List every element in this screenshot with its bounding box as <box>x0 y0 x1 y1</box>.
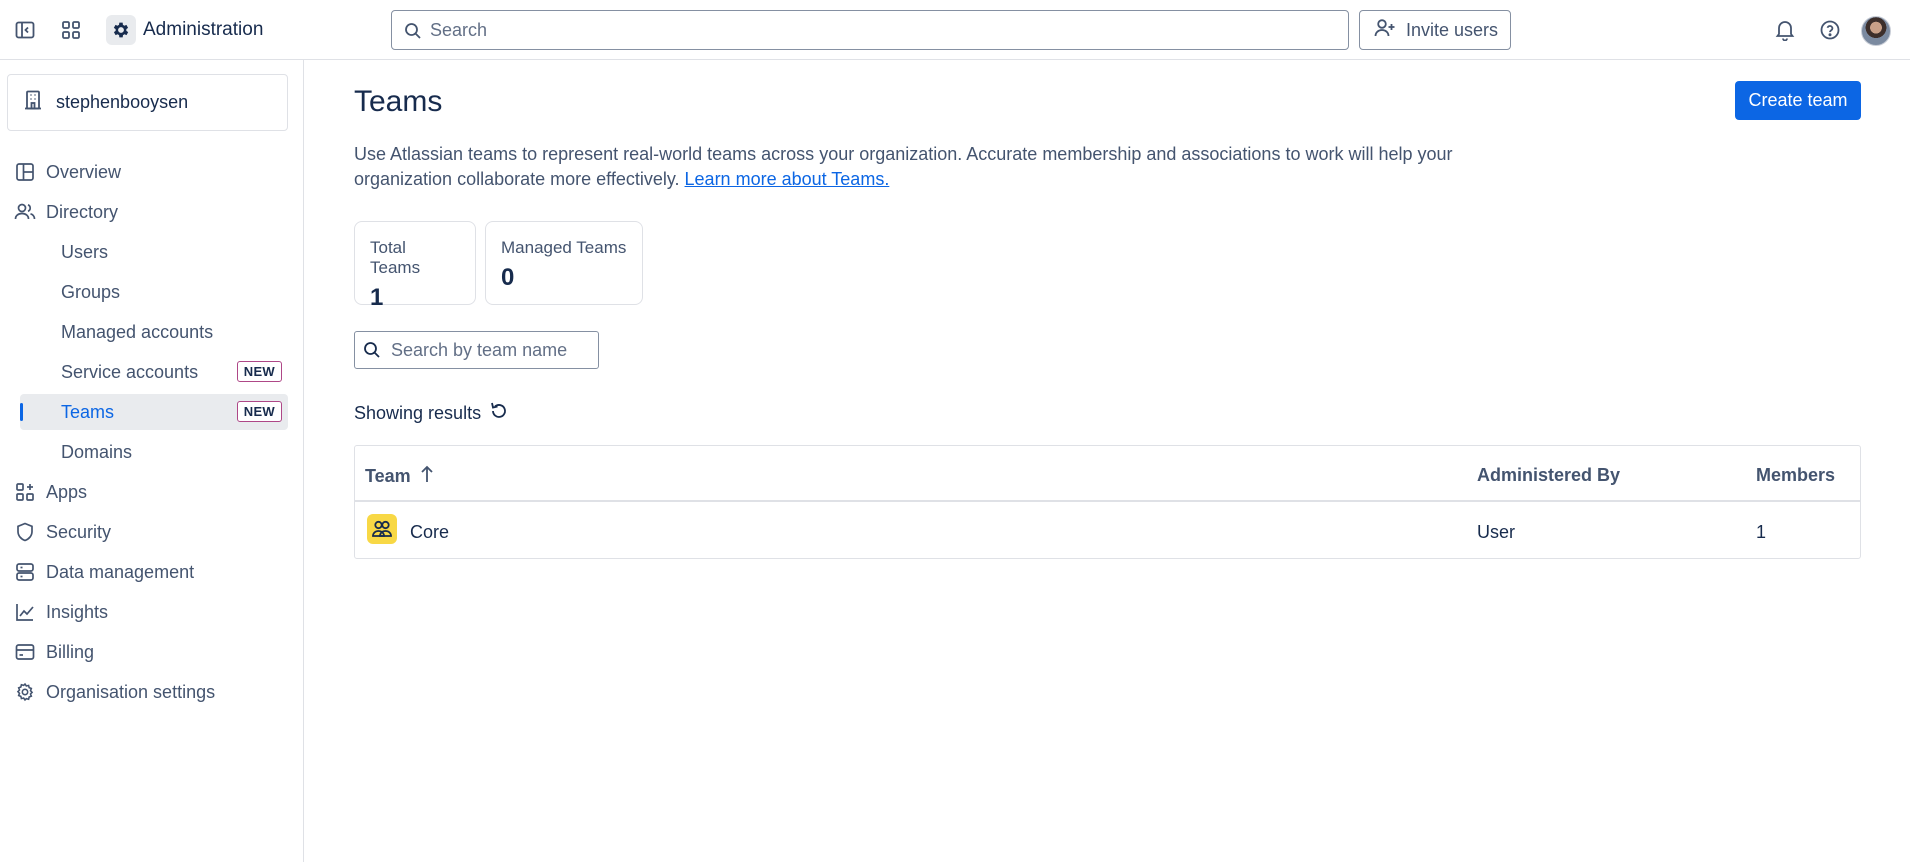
invite-users-label: Invite users <box>1406 19 1499 40</box>
learn-more-link[interactable]: Learn more about Teams. <box>685 169 890 189</box>
new-badge: NEW <box>236 361 282 382</box>
sidebar-item-label: Users <box>61 241 109 262</box>
sidebar-item-label: Teams <box>61 401 115 422</box>
team-avatar-icon <box>367 514 397 544</box>
sidebar-item-apps[interactable]: Apps <box>0 474 288 510</box>
administration-logo-icon[interactable] <box>106 15 136 45</box>
sidebar-item-organisation-settings[interactable]: Organisation settings <box>0 674 288 710</box>
stat-card-managed-teams: Managed Teams 0 <box>485 221 643 305</box>
create-team-button[interactable]: Create team <box>1735 81 1861 120</box>
organization-switcher[interactable]: stephenbooysen <box>7 74 288 131</box>
sort-ascending-icon <box>419 465 435 488</box>
sidebar-item-label: Managed accounts <box>61 321 214 342</box>
page-title: Teams <box>354 85 443 118</box>
sidebar-item-data-management[interactable]: Data management <box>0 554 288 590</box>
members-count-cell: 1 <box>1756 522 1767 542</box>
sidebar-item-insights[interactable]: Insights <box>0 594 288 630</box>
sidebar-item-billing[interactable]: Billing <box>0 634 288 670</box>
organization-name: stephenbooysen <box>56 92 189 112</box>
user-avatar[interactable] <box>1861 16 1891 46</box>
sidebar-item-directory[interactable]: Directory <box>0 194 288 230</box>
overview-icon <box>14 161 36 183</box>
sidebar-item-label: Insights <box>46 601 109 622</box>
sidebar-item-service-accounts[interactable]: Service accounts NEW <box>0 354 288 390</box>
chart-line-icon <box>14 601 36 623</box>
building-icon <box>24 90 42 115</box>
new-badge: NEW <box>236 401 282 422</box>
sidebar-item-domains[interactable]: Domains <box>0 434 288 470</box>
sidebar-item-teams[interactable]: Teams NEW <box>20 394 288 430</box>
stat-label: Managed Teams <box>501 238 627 257</box>
table-header: Team Administered By Members <box>355 446 1860 502</box>
page-description: Use Atlassian teams to represent real-wo… <box>354 142 1454 192</box>
app-switcher-icon[interactable] <box>56 15 86 45</box>
add-user-icon <box>1374 18 1396 43</box>
sidebar-item-groups[interactable]: Groups <box>0 274 288 310</box>
stat-value: 1 <box>370 284 384 311</box>
shield-icon <box>14 521 36 543</box>
help-icon[interactable] <box>1815 15 1845 45</box>
sidebar-item-label: Apps <box>46 481 88 502</box>
sidebar-item-label: Security <box>46 521 112 542</box>
column-header-administered-by[interactable]: Administered By <box>1477 465 1620 486</box>
people-icon <box>14 201 36 223</box>
column-header-members[interactable]: Members <box>1756 465 1835 486</box>
sidebar-item-label: Data management <box>46 561 195 582</box>
sidebar-item-label: Organisation settings <box>46 681 216 702</box>
apps-icon <box>14 481 36 503</box>
active-indicator <box>20 403 23 421</box>
app-title[interactable]: Administration <box>143 19 263 41</box>
sidebar-item-label: Billing <box>46 641 95 662</box>
team-name-link[interactable]: Core <box>410 522 449 543</box>
sidebar-toggle-icon[interactable] <box>10 15 40 45</box>
search-icon <box>363 341 381 364</box>
global-search-placeholder: Search <box>430 19 488 40</box>
gear-icon <box>14 681 36 703</box>
global-search-input[interactable]: Search <box>391 10 1349 50</box>
stat-label: Total Teams <box>370 238 421 277</box>
description-text: Use Atlassian teams to represent real-wo… <box>354 144 1453 189</box>
database-icon <box>14 561 36 583</box>
sidebar-item-managed-accounts[interactable]: Managed accounts <box>0 314 288 350</box>
stat-value: 0 <box>501 264 515 291</box>
sidebar-item-security[interactable]: Security <box>0 514 288 550</box>
invite-users-button[interactable]: Invite users <box>1359 10 1511 50</box>
stat-card-total-teams: Total Teams 1 <box>354 221 476 311</box>
refresh-icon[interactable] <box>489 401 509 426</box>
sidebar-item-users[interactable]: Users <box>0 234 288 270</box>
sidebar-item-label: Overview <box>46 161 122 182</box>
table-row[interactable]: Core User 1 <box>355 502 1860 559</box>
showing-results-label: Showing results <box>354 403 482 423</box>
column-header-label: Members <box>1756 465 1836 485</box>
team-search-placeholder: Search by team name <box>391 339 568 360</box>
sidebar-item-overview[interactable]: Overview <box>0 154 288 190</box>
credit-card-icon <box>14 641 36 663</box>
sidebar: stephenbooysen Overview Directory Users … <box>0 60 304 862</box>
column-header-label: Team <box>365 466 411 486</box>
administered-by-cell: User <box>1477 522 1516 542</box>
showing-results: Showing results <box>354 401 509 426</box>
search-icon <box>404 22 422 45</box>
sidebar-item-label: Groups <box>61 281 121 302</box>
column-header-label: Administered By <box>1477 465 1621 485</box>
sidebar-item-label: Domains <box>61 441 133 462</box>
team-search-input[interactable]: Search by team name <box>354 331 599 369</box>
column-header-team[interactable]: Team <box>365 465 435 488</box>
sidebar-item-label: Service accounts <box>61 361 199 382</box>
teams-table: Team Administered By Members Core User 1 <box>354 445 1861 559</box>
top-navigation-bar: Administration Search Invite users <box>0 0 1910 60</box>
sidebar-item-label: Directory <box>46 201 119 222</box>
notifications-bell-icon[interactable] <box>1770 15 1800 45</box>
